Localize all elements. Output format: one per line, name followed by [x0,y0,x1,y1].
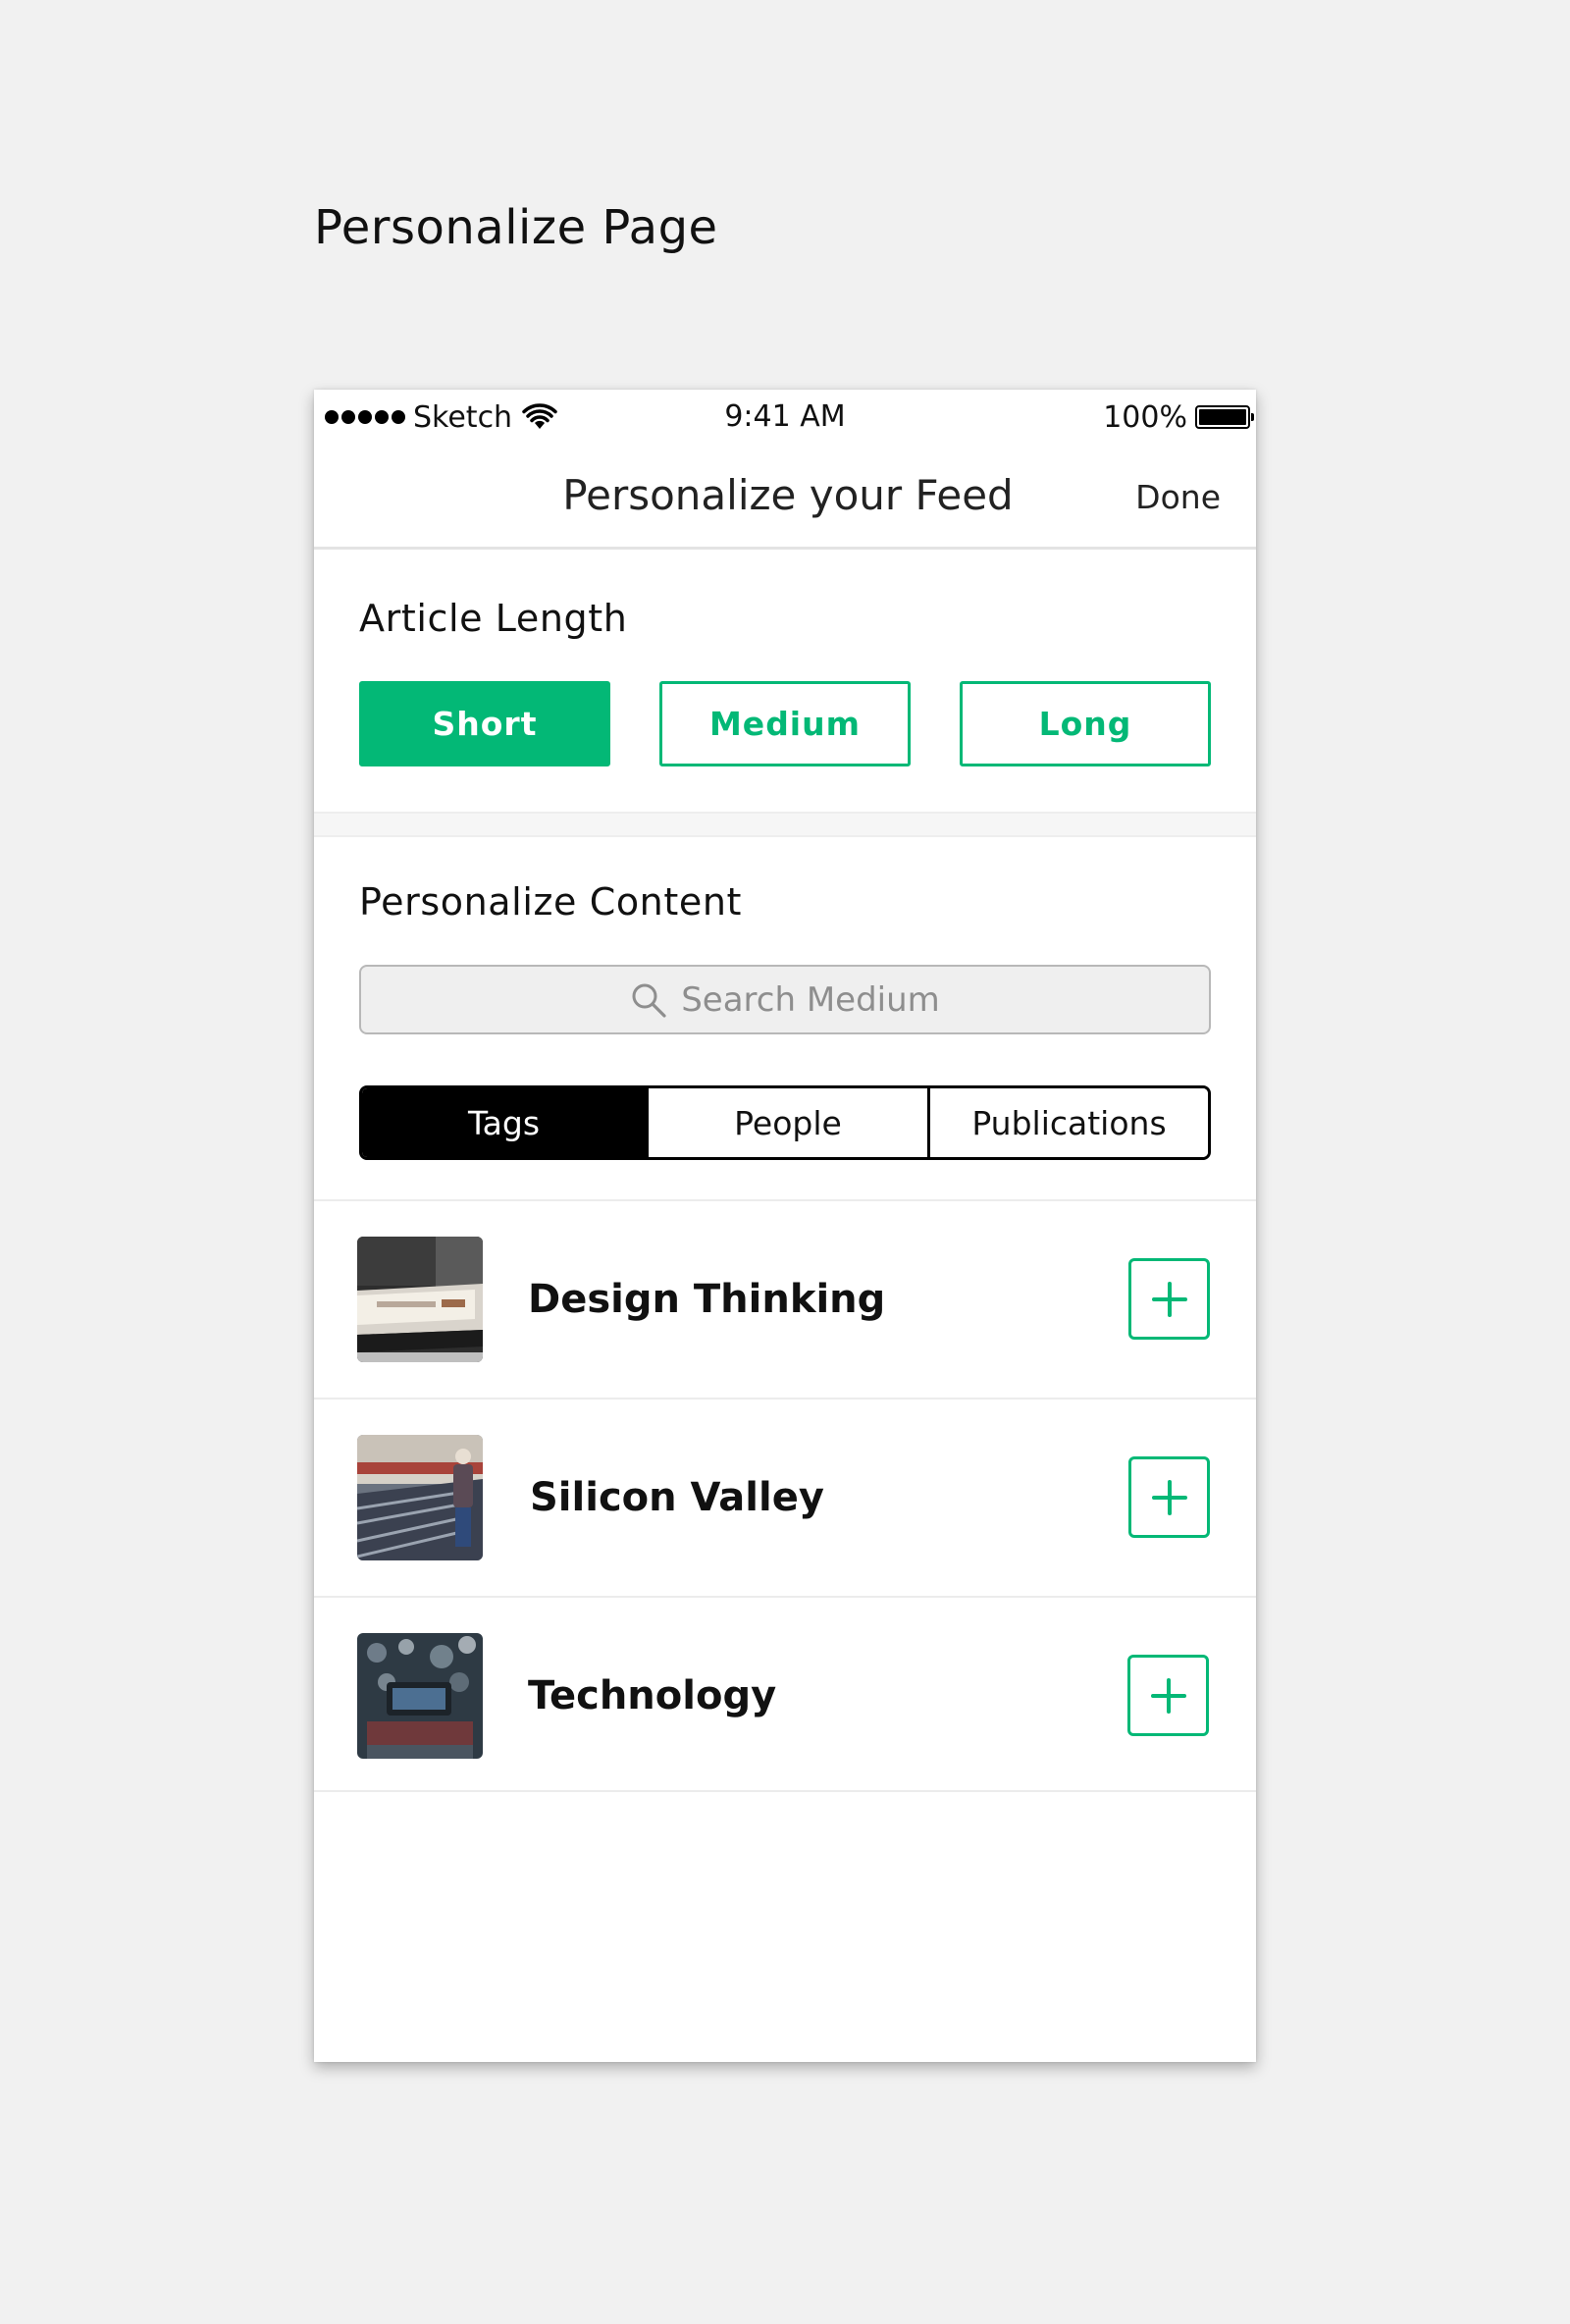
content-type-segmented-control: Tags People Publications [359,1085,1211,1160]
length-long-button[interactable]: Long [960,681,1211,766]
plus-icon [1150,1677,1186,1714]
search-placeholder: Search Medium [681,979,940,1020]
technology-thumbnail [357,1633,483,1759]
add-design-thinking-button[interactable] [1128,1258,1210,1340]
list-item: Design Thinking [314,1199,1256,1398]
nav-title: Personalize your Feed [562,471,1014,519]
page-heading: Personalize Page [314,200,718,255]
status-bar: Sketch 9:41 AM 100% [314,390,1256,447]
status-right: 100% [1103,397,1254,437]
personalize-content-title: Personalize Content [359,880,743,924]
plus-icon [1151,1479,1187,1515]
add-silicon-valley-button[interactable] [1128,1456,1210,1538]
battery-icon [1195,405,1254,429]
search-icon [632,983,666,1018]
tab-people[interactable]: People [646,1088,927,1157]
list-item: Silicon Valley [314,1398,1256,1596]
item-label: Silicon Valley [530,1475,824,1520]
item-label: Design Thinking [528,1277,886,1322]
length-medium-button[interactable]: Medium [659,681,911,766]
section-divider [314,812,1256,837]
tab-publications[interactable]: Publications [927,1088,1208,1157]
battery-percentage: 100% [1103,399,1187,435]
nav-bar: Personalize your Feed Done [314,447,1256,550]
tab-tags[interactable]: Tags [362,1088,646,1157]
item-label: Technology [528,1673,777,1718]
search-input[interactable]: Search Medium [359,965,1211,1034]
list-item: Technology [314,1596,1256,1792]
design-thinking-thumbnail [357,1237,483,1362]
length-short-button[interactable]: Short [359,681,610,766]
add-technology-button[interactable] [1127,1655,1209,1736]
article-length-title: Article Length [359,597,628,640]
done-button[interactable]: Done [1135,476,1221,519]
plus-icon [1151,1281,1187,1317]
phone-frame: Sketch 9:41 AM 100% Personalize your Fee… [314,390,1256,2062]
silicon-valley-thumbnail [357,1435,483,1560]
